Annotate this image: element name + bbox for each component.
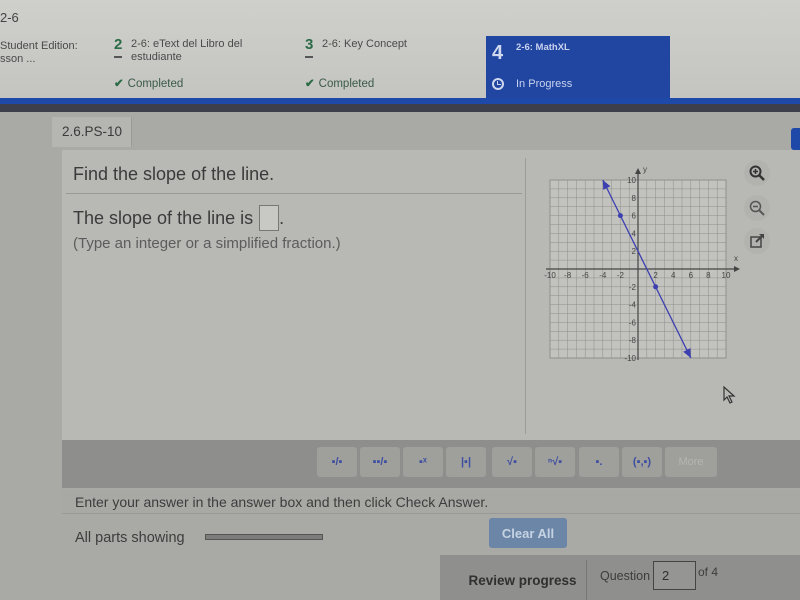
instruction-text: Enter your answer in the answer box and … bbox=[75, 494, 489, 510]
parts-progress-bar bbox=[205, 534, 323, 540]
y-tick-label: 4 bbox=[632, 229, 637, 238]
more-button[interactable]: More bbox=[665, 447, 717, 477]
clock-icon bbox=[492, 78, 504, 90]
mixed-number-button[interactable]: ▪▪/▪ bbox=[360, 447, 400, 477]
column-divider bbox=[525, 158, 526, 434]
answer-suffix: . bbox=[279, 207, 285, 228]
y-tick-label: -2 bbox=[629, 283, 637, 292]
y-tick-label: -6 bbox=[629, 318, 637, 327]
check-icon: ✔ bbox=[305, 78, 315, 90]
pop-out-button[interactable] bbox=[744, 228, 770, 254]
step-subtitle: sson ... bbox=[0, 53, 36, 65]
answer-prefix: The slope of the line is bbox=[73, 207, 254, 228]
decimal-button[interactable]: ▪. bbox=[579, 447, 619, 477]
absolute-value-button[interactable]: |▪| bbox=[446, 447, 486, 477]
question-number-input[interactable]: 2 bbox=[653, 561, 696, 590]
x-axis-label: x bbox=[734, 254, 738, 263]
clear-all-button[interactable]: Clear All bbox=[489, 518, 567, 548]
x-tick-label: 2 bbox=[653, 271, 658, 280]
ordered-pair-button[interactable]: (▪,▪) bbox=[622, 447, 662, 477]
check-icon: ✔ bbox=[114, 78, 124, 90]
step-dash bbox=[114, 56, 122, 58]
y-tick-label: -10 bbox=[624, 354, 636, 363]
question-label: Question bbox=[600, 569, 651, 583]
assignment-header: 2-6 Student Edition: sson ... 2 2-6: eTe… bbox=[0, 0, 800, 98]
zoom-out-button[interactable] bbox=[744, 195, 770, 221]
exponent-button[interactable]: ▪ˣ bbox=[403, 447, 443, 477]
x-tick-label: -4 bbox=[599, 271, 607, 280]
header-shadow-bar bbox=[0, 104, 800, 112]
pop-out-icon bbox=[750, 234, 764, 248]
line-point bbox=[653, 284, 659, 290]
y-tick-label: -4 bbox=[629, 301, 637, 310]
x-tick-label: 8 bbox=[706, 271, 711, 280]
step-4-active[interactable]: 4 2-6: MathXL In Progress bbox=[486, 36, 670, 98]
x-tick-label: -10 bbox=[544, 271, 556, 280]
review-progress-button[interactable]: Review progress bbox=[459, 560, 587, 600]
y-axis-arrow bbox=[635, 168, 641, 174]
step-number: 3 bbox=[305, 36, 314, 53]
zoom-in-icon bbox=[749, 165, 765, 181]
progress-fill bbox=[206, 535, 322, 539]
step-number: 2 bbox=[114, 36, 123, 53]
zoom-in-button[interactable] bbox=[744, 160, 770, 186]
fraction-button[interactable]: ▪/▪ bbox=[317, 447, 357, 477]
x-tick-label: -8 bbox=[564, 271, 572, 280]
question-total: of 4 bbox=[698, 565, 719, 579]
y-tick-label: 6 bbox=[632, 212, 637, 221]
question-id: 2.6.PS-10 bbox=[62, 124, 123, 139]
answer-hint: (Type an integer or a simplified fractio… bbox=[73, 235, 341, 252]
prompt-divider bbox=[66, 193, 522, 194]
x-tick-label: 10 bbox=[722, 271, 731, 280]
step-status: In Progress bbox=[516, 78, 573, 90]
parts-label: All parts showing bbox=[75, 530, 185, 546]
step-dash bbox=[305, 56, 313, 58]
y-axis-label: y bbox=[643, 165, 647, 174]
y-tick-label: 10 bbox=[627, 176, 636, 185]
square-root-button[interactable]: √▪ bbox=[492, 447, 532, 477]
step-title: 2-6: eText del Libro del bbox=[131, 38, 243, 50]
step-title: 2-6: Key Concept bbox=[322, 38, 407, 50]
x-axis-arrow bbox=[734, 266, 740, 272]
mouse-cursor bbox=[723, 385, 737, 409]
step-title: Student Edition: bbox=[0, 40, 78, 52]
x-tick-label: 6 bbox=[689, 271, 694, 280]
y-tick-label: -8 bbox=[629, 336, 637, 345]
step-subtitle: estudiante bbox=[131, 51, 182, 63]
y-tick-label: 2 bbox=[632, 247, 637, 256]
x-tick-label: -2 bbox=[617, 271, 625, 280]
answer-line: The slope of the line is . bbox=[73, 205, 284, 231]
step-status: ✔ Completed bbox=[114, 78, 184, 90]
x-tick-label: 4 bbox=[671, 271, 676, 280]
y-tick-label: 8 bbox=[632, 194, 637, 203]
x-tick-label: -6 bbox=[582, 271, 590, 280]
side-panel-tab[interactable] bbox=[791, 128, 800, 150]
step-number: 4 bbox=[492, 42, 504, 64]
line-point bbox=[617, 213, 623, 219]
step-title: 2-6: MathXL bbox=[516, 42, 570, 53]
step-status: ✔ Completed bbox=[305, 78, 375, 90]
line-graph: x y -10 -8 -6 -4 -2 2 4 6 8 10 -10 -8 -6 -4 -2 2 4 6 8 10 bbox=[544, 165, 740, 363]
zoom-out-icon bbox=[749, 200, 765, 216]
answer-input[interactable] bbox=[259, 205, 280, 231]
nth-root-button[interactable]: ⁿ√▪ bbox=[535, 447, 575, 477]
question-prompt: Find the slope of the line. bbox=[73, 164, 275, 184]
breadcrumb: 2-6 bbox=[0, 10, 19, 25]
